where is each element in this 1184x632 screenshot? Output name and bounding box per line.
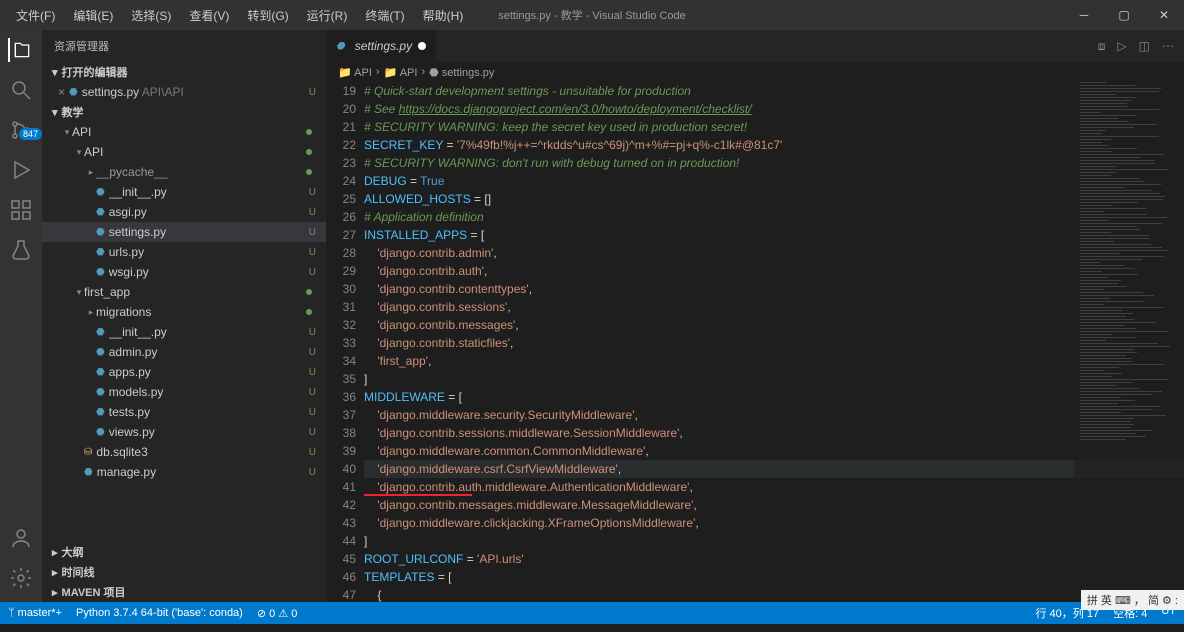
menu-item[interactable]: 运行(R) [299, 3, 356, 28]
sidebar-title: 资源管理器 [42, 30, 326, 62]
scm-icon[interactable]: 847 [9, 118, 33, 142]
folder-item[interactable]: ▸migrations [42, 302, 326, 322]
file-item[interactable]: ⬣manage.pyU [42, 462, 326, 482]
status-problems[interactable]: ⊘ 0 ⚠ 0 [257, 607, 297, 620]
menu-bar: 文件(F)编辑(E)选择(S)查看(V)转到(G)运行(R)终端(T)帮助(H) [0, 3, 471, 28]
section-大纲[interactable]: ▸大纲 [42, 542, 326, 562]
file-item[interactable]: ⬣tests.pyU [42, 402, 326, 422]
tab-settings[interactable]: ⬣ settings.py [326, 30, 437, 62]
window-title: settings.py - 教学 - Visual Studio Code [498, 7, 686, 23]
folder-item[interactable]: ▸__pycache__ [42, 162, 326, 182]
folder-item[interactable]: ▾API [42, 122, 326, 142]
explorer-icon[interactable] [8, 38, 32, 62]
status-python[interactable]: Python 3.7.4 64-bit ('base': conda) [76, 607, 243, 619]
section-MAVEN 项目[interactable]: ▸MAVEN 项目 [42, 582, 326, 602]
file-item[interactable]: ⬣urls.pyU [42, 242, 326, 262]
line-gutter: 19 20 21 22 23 24 25 26 27 28 29 30 31 3… [326, 82, 364, 602]
more-icon[interactable]: ⋯ [1162, 39, 1174, 53]
menu-item[interactable]: 转到(G) [239, 3, 296, 28]
modified-dot-icon [418, 42, 426, 50]
run-icon[interactable]: ▷ [1117, 39, 1126, 53]
open-editors-section[interactable]: ▾打开的编辑器 [42, 62, 326, 82]
file-item[interactable]: ⬣__init__.pyU [42, 322, 326, 342]
menu-item[interactable]: 终端(T) [357, 3, 412, 28]
file-item[interactable]: ⬣admin.pyU [42, 342, 326, 362]
status-branch[interactable]: ᛘ master*+ [8, 607, 62, 619]
scm-badge: 847 [19, 128, 42, 140]
explorer-sidebar: 资源管理器 ▾打开的编辑器 × ⬣ settings.py API\API U … [42, 30, 326, 602]
code-editor[interactable]: # Quick-start development settings - uns… [364, 82, 1184, 602]
tab-label: settings.py [355, 39, 412, 53]
status-bar: ᛘ master*+ Python 3.7.4 64-bit ('base': … [0, 602, 1184, 624]
file-item[interactable]: ⬣views.pyU [42, 422, 326, 442]
test-icon[interactable] [9, 238, 33, 262]
search-icon[interactable] [9, 78, 33, 102]
file-item[interactable]: ⬣apps.pyU [42, 362, 326, 382]
open-editor-item[interactable]: × ⬣ settings.py API\API U [42, 82, 326, 102]
file-item[interactable]: ⬣settings.pyU [42, 222, 326, 242]
breadcrumb[interactable]: 📁 API›📁 API›⬣ settings.py [326, 62, 1184, 82]
compare-icon[interactable]: ⧈ [1098, 39, 1106, 54]
title-bar: 文件(F)编辑(E)选择(S)查看(V)转到(G)运行(R)终端(T)帮助(H)… [0, 0, 1184, 30]
close-button[interactable]: ✕ [1144, 2, 1184, 28]
folder-item[interactable]: ▾API [42, 142, 326, 162]
menu-item[interactable]: 选择(S) [123, 3, 179, 28]
minimize-button[interactable]: ─ [1064, 2, 1104, 28]
account-icon[interactable] [9, 526, 33, 550]
file-item[interactable]: ⬣wsgi.pyU [42, 262, 326, 282]
menu-item[interactable]: 查看(V) [181, 3, 237, 28]
menu-item[interactable]: 编辑(E) [65, 3, 121, 28]
tabs-bar: ⬣ settings.py ⧈ ▷ ◫ ⋯ [326, 30, 1184, 62]
editor-group: ⬣ settings.py ⧈ ▷ ◫ ⋯ 📁 API›📁 API›⬣ sett… [326, 30, 1184, 602]
file-item[interactable]: ⬣models.pyU [42, 382, 326, 402]
file-item[interactable]: ⬣__init__.pyU [42, 182, 326, 202]
menu-item[interactable]: 帮助(H) [415, 3, 472, 28]
debug-icon[interactable] [9, 158, 33, 182]
maximize-button[interactable]: ▢ [1104, 2, 1144, 28]
section-时间线[interactable]: ▸时间线 [42, 562, 326, 582]
file-item[interactable]: ⬣asgi.pyU [42, 202, 326, 222]
file-item[interactable]: ⛁db.sqlite3U [42, 442, 326, 462]
extensions-icon[interactable] [9, 198, 33, 222]
folder-item[interactable]: ▾first_app [42, 282, 326, 302]
split-icon[interactable]: ◫ [1139, 39, 1150, 53]
activity-bar: 847 [0, 30, 42, 602]
menu-item[interactable]: 文件(F) [8, 3, 63, 28]
project-section[interactable]: ▾教学 [42, 102, 326, 122]
settings-gear-icon[interactable] [9, 566, 33, 590]
